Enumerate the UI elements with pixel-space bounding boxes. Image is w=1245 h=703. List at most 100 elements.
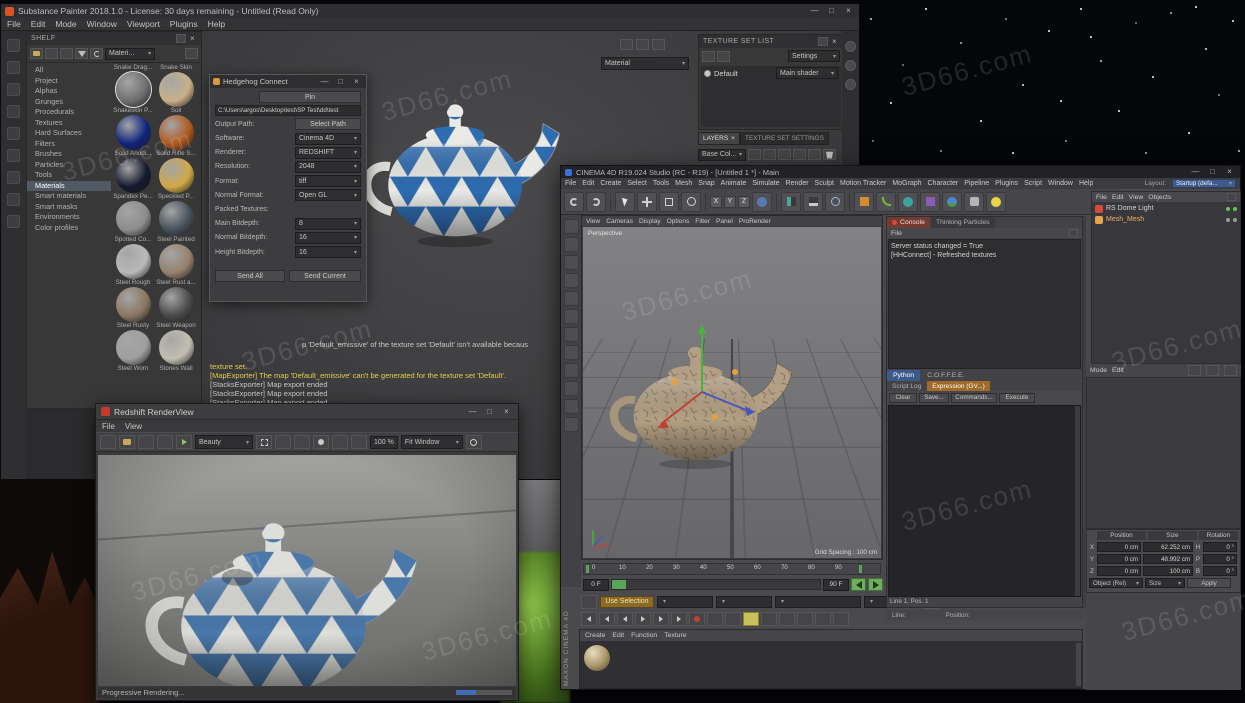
shelf-category[interactable]: Grunges bbox=[27, 97, 111, 108]
record-position-icon[interactable] bbox=[761, 612, 777, 626]
timeline-option-dropdown[interactable] bbox=[657, 596, 713, 608]
play-button-icon[interactable] bbox=[635, 612, 651, 626]
menu-render[interactable]: Render bbox=[786, 180, 809, 187]
live-selection-icon[interactable] bbox=[615, 192, 635, 212]
search-icon[interactable] bbox=[1227, 193, 1236, 201]
menu-script[interactable]: Script bbox=[1024, 180, 1042, 187]
menu-texture[interactable]: Texture bbox=[664, 632, 686, 639]
clear-button[interactable]: Clear bbox=[889, 393, 917, 403]
material-item[interactable]: Speckled P... bbox=[156, 158, 196, 200]
material-list-area[interactable] bbox=[580, 641, 1082, 688]
settings-gear-icon[interactable] bbox=[466, 435, 482, 449]
texture-set-item[interactable]: Default Main shader bbox=[701, 66, 841, 80]
tab-script-log[interactable]: Script Log bbox=[887, 381, 926, 391]
minimize-icon[interactable]: — bbox=[1189, 167, 1202, 177]
export-path-field[interactable]: C:\Users\argos\Desktop\test\SP Test\dd\t… bbox=[215, 105, 361, 116]
save-button[interactable]: Save... bbox=[919, 393, 949, 403]
menu-file[interactable]: File bbox=[565, 180, 576, 187]
render-settings-icon[interactable] bbox=[825, 192, 845, 212]
enable-snap-icon[interactable] bbox=[564, 381, 579, 396]
execute-button[interactable]: Execute bbox=[999, 393, 1035, 403]
menu-character[interactable]: Character bbox=[928, 180, 959, 187]
shelf-category[interactable]: Tools bbox=[27, 170, 111, 181]
timeline-ruler[interactable]: 0 10 20 30 40 50 60 70 80 90 bbox=[583, 563, 881, 575]
add-effect-icon[interactable] bbox=[808, 149, 821, 160]
material-item[interactable]: Stones Wall bbox=[156, 330, 196, 372]
checker-background-icon[interactable] bbox=[294, 435, 310, 449]
shelf-category[interactable]: Alphas bbox=[27, 86, 111, 97]
record-key-icon[interactable] bbox=[689, 612, 705, 626]
mode-menu[interactable]: Mode bbox=[1090, 367, 1107, 374]
renderview-titlebar[interactable]: Redshift RenderView — □ × bbox=[96, 404, 518, 420]
add-layer-icon[interactable] bbox=[748, 149, 761, 160]
keyframe-selection-icon[interactable] bbox=[725, 612, 741, 626]
material-item[interactable]: Spotted Co... bbox=[113, 201, 153, 243]
y-axis-lock-icon[interactable]: Y bbox=[724, 196, 736, 208]
maximize-icon[interactable]: □ bbox=[1206, 167, 1219, 177]
shelf-category[interactable]: Hard Surfaces bbox=[27, 128, 111, 139]
viewport-canvas[interactable]: Perspective Grid Spacing : 100 cm bbox=[583, 227, 881, 558]
renderer-dropdown[interactable]: REDSHIFT bbox=[295, 147, 361, 159]
enabled-dot-icon[interactable] bbox=[1226, 207, 1230, 211]
object-mode-dropdown[interactable]: Object (Rel) bbox=[1089, 578, 1143, 588]
menu-simulate[interactable]: Simulate bbox=[752, 180, 779, 187]
viewport-settings-icon[interactable] bbox=[652, 39, 665, 50]
size-z-field[interactable]: 100 cm bbox=[1143, 566, 1193, 576]
menu-edit[interactable]: Edit bbox=[31, 19, 46, 29]
end-frame-field[interactable]: 90 F bbox=[823, 579, 849, 591]
menu-prorender[interactable]: ProRender bbox=[739, 218, 771, 225]
render-picture-viewer-icon[interactable] bbox=[803, 192, 823, 212]
panel-menu-icon[interactable] bbox=[1069, 229, 1078, 237]
material-item[interactable]: Snakeskin P... bbox=[113, 72, 153, 114]
tab-texture-set-settings[interactable]: TEXTURE SET SETTINGS bbox=[740, 132, 829, 145]
locked-workplane-icon[interactable] bbox=[564, 399, 579, 414]
move-tool-icon[interactable] bbox=[637, 192, 657, 212]
quick-mask-tool-icon[interactable] bbox=[7, 193, 20, 206]
fit-mode-dropdown[interactable]: Fit Window bbox=[401, 435, 463, 449]
menu-select[interactable]: Select bbox=[627, 180, 646, 187]
texture-mode-icon[interactable] bbox=[564, 255, 579, 270]
menu-plugins[interactable]: Plugins bbox=[995, 180, 1018, 187]
rotation-p-field[interactable]: 0 ° bbox=[1203, 554, 1237, 564]
rotation-b-field[interactable]: 0 ° bbox=[1203, 566, 1237, 576]
primitive-cube-icon[interactable] bbox=[854, 192, 874, 212]
menu-viewport[interactable]: Viewport bbox=[127, 19, 160, 29]
history-back-icon[interactable] bbox=[1188, 365, 1201, 376]
record-parameter-icon[interactable] bbox=[815, 612, 831, 626]
use-selection-button[interactable]: Use Selection bbox=[600, 596, 654, 608]
render-dot-icon[interactable] bbox=[1233, 207, 1237, 211]
script-editor[interactable] bbox=[888, 405, 1081, 597]
quantize-icon[interactable] bbox=[564, 417, 579, 432]
attribute-manager-panel[interactable] bbox=[1086, 377, 1241, 529]
menu-sculpt[interactable]: Sculpt bbox=[815, 180, 834, 187]
generator-icon[interactable] bbox=[898, 192, 918, 212]
tab-python[interactable]: Python bbox=[887, 370, 920, 381]
position-z-field[interactable]: 0 cm bbox=[1097, 566, 1141, 576]
autokey-icon[interactable] bbox=[707, 612, 723, 626]
region-render-icon[interactable] bbox=[256, 435, 272, 449]
menu-plugins[interactable]: Plugins bbox=[170, 19, 198, 29]
position-y-field[interactable]: 0 cm bbox=[1097, 554, 1141, 564]
rotate-tool-icon[interactable] bbox=[681, 192, 701, 212]
menu-view[interactable]: View bbox=[1129, 194, 1144, 201]
maximize-icon[interactable]: □ bbox=[483, 407, 496, 417]
position-x-field[interactable]: 0 cm bbox=[1097, 542, 1141, 552]
x-axis-lock-icon[interactable]: X bbox=[710, 196, 722, 208]
shelf-category-materials[interactable]: Materials bbox=[27, 181, 111, 192]
texture-set-link-icon[interactable] bbox=[717, 51, 730, 62]
shelf-category[interactable]: Filters bbox=[27, 139, 111, 150]
menu-help[interactable]: Help bbox=[1079, 180, 1093, 187]
resources-tool-icon[interactable] bbox=[7, 215, 20, 228]
view-transform-icon[interactable] bbox=[332, 435, 348, 449]
snapshot-icon[interactable] bbox=[138, 435, 154, 449]
layout-dropdown[interactable]: Startup (defa... bbox=[1172, 179, 1236, 188]
visibility-icon[interactable] bbox=[704, 70, 711, 77]
material-item[interactable]: Steel Rough bbox=[113, 244, 153, 286]
material-item[interactable]: Solid Anodi... bbox=[113, 115, 153, 157]
add-mask-icon[interactable] bbox=[793, 149, 806, 160]
shelf-category[interactable]: Brushes bbox=[27, 149, 111, 160]
menu-create[interactable]: Create bbox=[585, 632, 605, 639]
menu-mode[interactable]: Mode bbox=[55, 19, 76, 29]
menu-cameras[interactable]: Cameras bbox=[606, 218, 633, 225]
menu-window[interactable]: Window bbox=[87, 19, 117, 29]
